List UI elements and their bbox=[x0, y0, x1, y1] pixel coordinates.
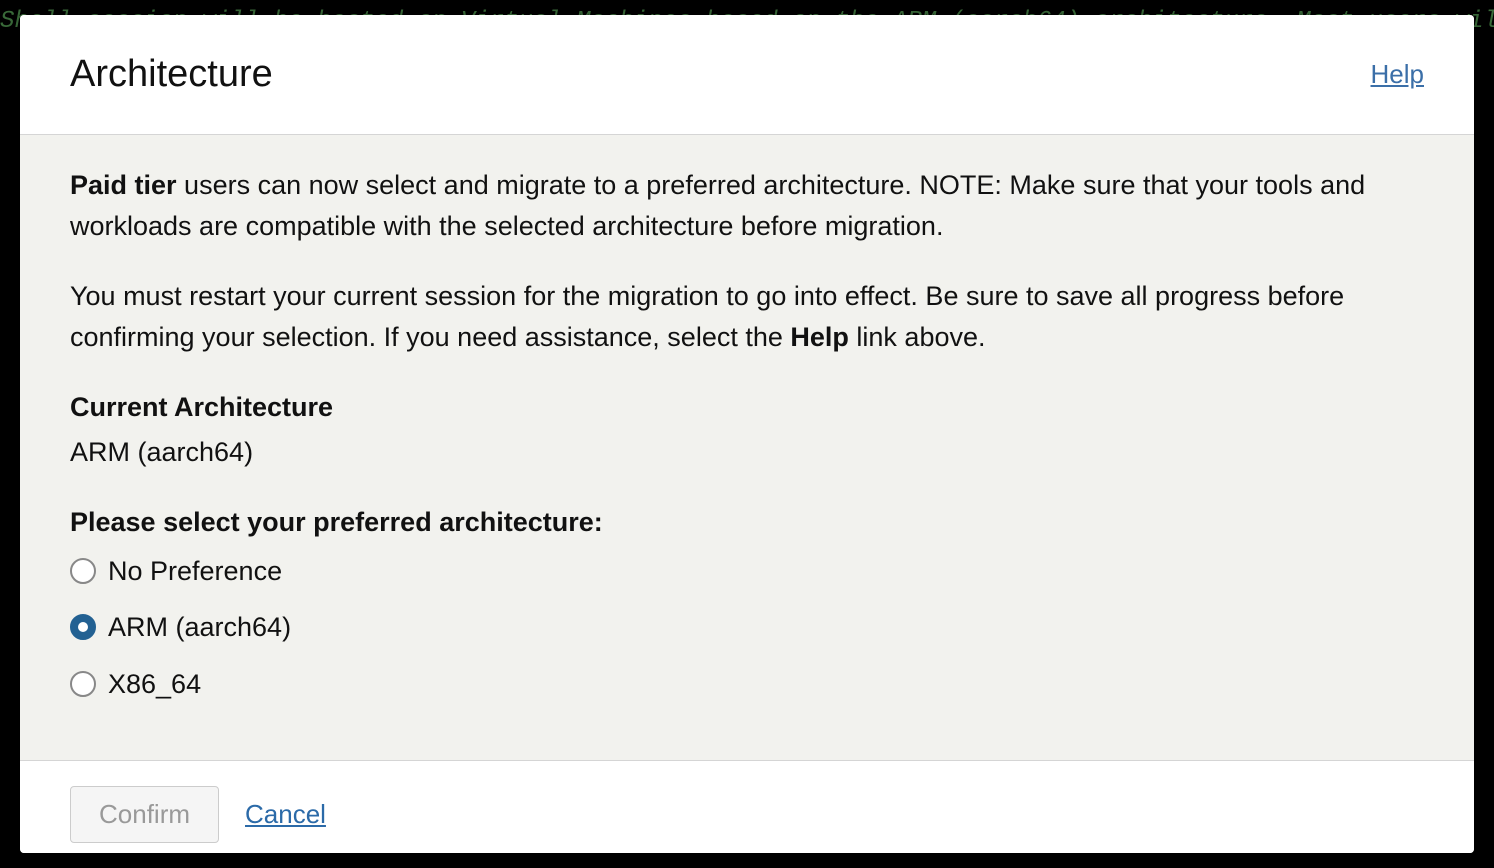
paid-tier-bold: Paid tier bbox=[70, 170, 177, 200]
radio-icon bbox=[70, 671, 96, 697]
radio-option-x86[interactable]: X86_64 bbox=[70, 664, 1424, 705]
p1-rest: users can now select and migrate to a pr… bbox=[70, 170, 1365, 241]
select-architecture-label: Please select your preferred architectur… bbox=[70, 502, 1424, 543]
modal-footer: Confirm Cancel bbox=[20, 760, 1474, 853]
current-architecture-label: Current Architecture bbox=[70, 387, 1424, 428]
current-architecture-value: ARM (aarch64) bbox=[70, 432, 1424, 473]
modal-header: Architecture Help bbox=[20, 15, 1474, 135]
radio-option-arm[interactable]: ARM (aarch64) bbox=[70, 607, 1424, 648]
help-link[interactable]: Help bbox=[1371, 59, 1424, 90]
radio-label: ARM (aarch64) bbox=[108, 607, 291, 648]
info-paragraph-2: You must restart your current session fo… bbox=[70, 276, 1424, 357]
p2-before: You must restart your current session fo… bbox=[70, 281, 1344, 352]
radio-label: No Preference bbox=[108, 551, 282, 592]
architecture-modal: Architecture Help Paid tier users can no… bbox=[20, 15, 1474, 853]
info-paragraph-1: Paid tier users can now select and migra… bbox=[70, 165, 1424, 246]
architecture-radio-group: No Preference ARM (aarch64) X86_64 bbox=[70, 551, 1424, 705]
modal-body: Paid tier users can now select and migra… bbox=[20, 135, 1474, 760]
confirm-button[interactable]: Confirm bbox=[70, 786, 219, 843]
p2-after: link above. bbox=[849, 322, 986, 352]
radio-label: X86_64 bbox=[108, 664, 201, 705]
radio-icon bbox=[70, 614, 96, 640]
cancel-link[interactable]: Cancel bbox=[245, 799, 326, 830]
help-bold: Help bbox=[790, 322, 849, 352]
modal-title: Architecture bbox=[70, 53, 273, 96]
radio-option-no-preference[interactable]: No Preference bbox=[70, 551, 1424, 592]
radio-icon bbox=[70, 558, 96, 584]
